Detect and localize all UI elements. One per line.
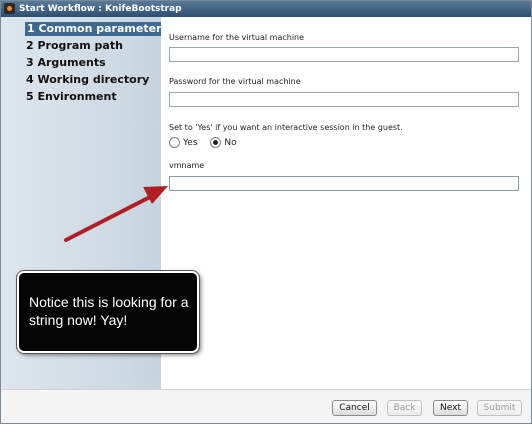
title-bar[interactable]: Start Workflow : KnifeBootstrap [1, 1, 531, 17]
interactive-label: Set to 'Yes' if you want an interactive … [169, 123, 403, 132]
step-arguments[interactable]: 3 Arguments [26, 56, 106, 70]
radio-yes[interactable] [169, 137, 180, 148]
vmname-label: vmname [169, 161, 205, 170]
password-label: Password for the virtual machine [169, 77, 301, 86]
vmname-field[interactable] [169, 176, 519, 191]
annotation-callout: Notice this is looking for a string now!… [17, 271, 199, 353]
step-common-parameters[interactable]: 1 Common parameters [25, 22, 168, 36]
back-button[interactable]: Back [387, 400, 422, 416]
radio-yes-label: Yes [183, 137, 198, 148]
next-button[interactable]: Next [433, 400, 468, 416]
dialog-footer: Cancel Back Next Submit [1, 389, 531, 423]
interactive-radio-group: Yes No [169, 137, 247, 148]
radio-no[interactable] [210, 137, 222, 148]
password-field[interactable] [169, 92, 519, 107]
window-title: Start Workflow : KnifeBootstrap [19, 4, 182, 14]
username-label: Username for the virtual machine [169, 33, 305, 42]
cancel-button[interactable]: Cancel [332, 400, 377, 416]
form-panel: Username for the virtual machine Passwor… [161, 17, 531, 389]
submit-button[interactable]: Submit [477, 400, 522, 416]
step-program-path[interactable]: 2 Program path [26, 39, 123, 53]
vco-app-icon [4, 3, 15, 14]
step-working-directory[interactable]: 4 Working directory [26, 73, 149, 87]
username-field[interactable] [169, 47, 519, 62]
step-environment[interactable]: 5 Environment [26, 90, 117, 104]
radio-no-label: No [224, 137, 237, 148]
workflow-dialog: Start Workflow : KnifeBootstrap 1 Common… [0, 0, 532, 424]
callout-text: Notice this is looking for a string now!… [29, 294, 189, 328]
